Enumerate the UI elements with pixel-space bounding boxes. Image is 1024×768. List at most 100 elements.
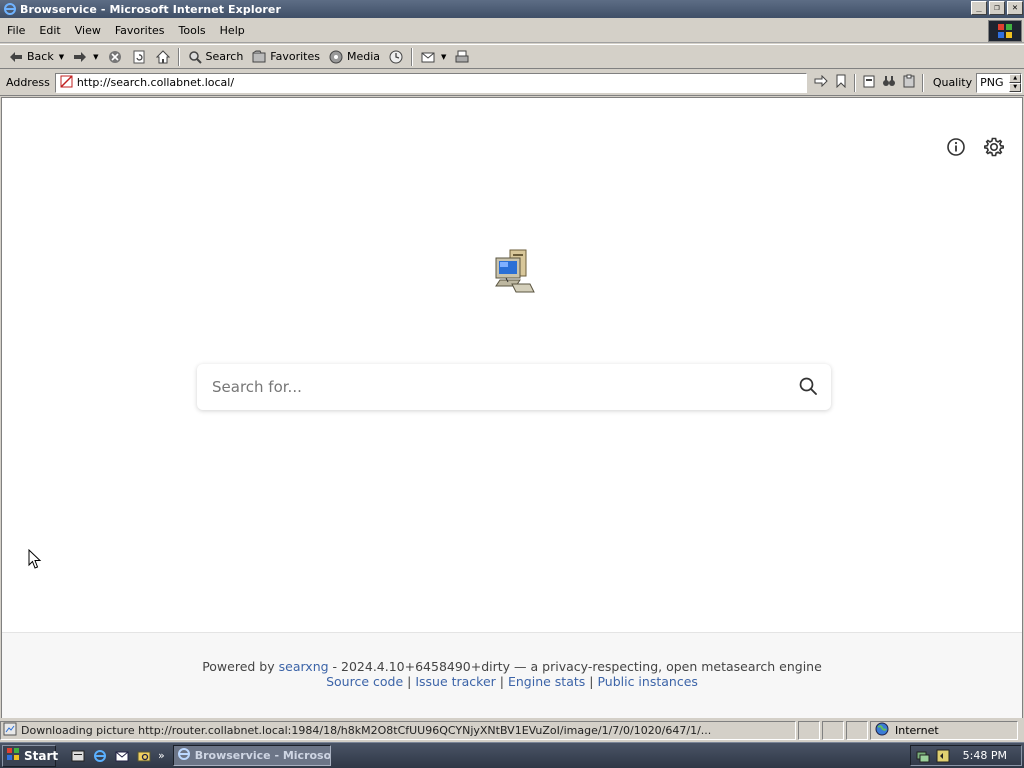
info-link[interactable] [945, 137, 967, 159]
media-button[interactable]: Media [324, 46, 384, 68]
status-text: Downloading picture http://router.collab… [21, 724, 712, 737]
quality-label: Quality [932, 76, 973, 89]
address-label: Address [6, 76, 50, 89]
forward-button[interactable]: ▼ [68, 46, 102, 68]
explorer-icon[interactable] [136, 748, 152, 764]
ie-icon[interactable] [92, 748, 108, 764]
quick-launch: » [70, 748, 165, 764]
print-button[interactable] [450, 46, 474, 68]
paste-button[interactable] [899, 73, 919, 93]
bookmark-button[interactable] [831, 73, 851, 93]
quality-spinner[interactable]: ▲ ▼ [1009, 73, 1022, 92]
quality-select[interactable]: PNG ▲ ▼ [976, 72, 1023, 93]
spin-up-icon[interactable]: ▲ [1009, 73, 1022, 83]
history-icon [388, 49, 404, 65]
menu-file[interactable]: File [0, 24, 32, 37]
address-url: http://search.collabnet.local/ [76, 76, 235, 89]
menu-help[interactable]: Help [213, 24, 252, 37]
address-bar: Address http://search.collabnet.local/ Q… [0, 70, 1024, 96]
address-separator [921, 73, 924, 92]
computer-logo-icon [490, 246, 538, 296]
footer-line-1: Powered by searxng - 2024.4.10+6458490+d… [2, 659, 1022, 674]
footer-separator: | [495, 674, 508, 689]
toolbar-separator [411, 47, 414, 66]
windows-logo-throbber [988, 20, 1022, 42]
mouse-cursor-icon [28, 548, 42, 570]
back-label: Back [27, 50, 54, 63]
clipboard-button[interactable] [859, 73, 879, 93]
menu-view[interactable]: View [68, 24, 108, 37]
engine-stats-link[interactable]: Engine stats [508, 674, 585, 689]
refresh-button[interactable] [127, 46, 151, 68]
searxng-link[interactable]: searxng [279, 659, 329, 674]
network-icon[interactable] [915, 748, 931, 764]
standard-toolbar: Back ▼ ▼ Search Favorites Media ▼ [0, 44, 1024, 69]
search-input[interactable] [197, 364, 785, 410]
volume-icon[interactable] [935, 748, 951, 764]
ie-icon [177, 747, 191, 764]
issue-tracker-link[interactable]: Issue tracker [415, 674, 496, 689]
security-zone: Internet [870, 721, 1018, 740]
favorites-icon [251, 49, 267, 65]
outlook-icon[interactable] [114, 748, 130, 764]
go-button[interactable] [811, 73, 831, 93]
start-label: Start [24, 748, 59, 763]
source-code-link[interactable]: Source code [326, 674, 403, 689]
chevron-down-icon[interactable]: ▼ [59, 53, 64, 61]
search-submit-button[interactable] [785, 364, 831, 410]
favorites-label: Favorites [270, 50, 320, 63]
find-button[interactable] [879, 73, 899, 93]
history-button[interactable] [384, 46, 408, 68]
show-desktop-icon[interactable] [70, 748, 86, 764]
version-text: - 2024.4.10+6458490+dirty — a privacy-re… [328, 659, 822, 674]
close-button[interactable]: ✕ [1007, 1, 1023, 15]
zone-label: Internet [895, 724, 939, 737]
restore-button[interactable]: ❐ [989, 1, 1005, 15]
search-button[interactable]: Search [183, 46, 248, 68]
public-instances-link[interactable]: Public instances [597, 674, 697, 689]
status-bar: Downloading picture http://router.collab… [0, 720, 1024, 741]
footer-separator: | [403, 674, 416, 689]
home-icon [155, 49, 171, 65]
quality-value: PNG [980, 76, 1004, 89]
binoculars-icon [882, 74, 896, 91]
chevron-down-icon[interactable]: ▼ [441, 53, 446, 61]
status-panel [798, 721, 820, 740]
refresh-icon [131, 49, 147, 65]
status-message: Downloading picture http://router.collab… [0, 721, 796, 740]
taskbar-browservice-button[interactable]: Browservice - Microso... [172, 745, 331, 766]
footer-line-2: Source code | Issue tracker | Engine sta… [2, 674, 1022, 689]
menu-tools[interactable]: Tools [172, 24, 213, 37]
windows-flag-icon [6, 747, 20, 764]
mail-icon [420, 49, 436, 65]
title-bar: Browservice - Microsoft Internet Explore… [0, 0, 1024, 18]
stop-button[interactable] [103, 46, 127, 68]
menu-edit[interactable]: Edit [32, 24, 67, 37]
chevron-down-icon[interactable]: ▼ [93, 53, 98, 61]
preferences-link[interactable] [983, 137, 1005, 159]
page-content: Powered by searxng - 2024.4.10+6458490+d… [1, 97, 1023, 718]
address-separator [853, 73, 856, 92]
spin-down-icon[interactable]: ▼ [1009, 82, 1022, 92]
paste-icon [903, 74, 915, 91]
globe-icon [875, 722, 889, 739]
search-label: Search [205, 50, 244, 63]
back-button[interactable]: Back ▼ [4, 46, 68, 68]
clipboard-icon [863, 74, 875, 91]
home-button[interactable] [151, 46, 175, 68]
print-icon [454, 49, 470, 65]
address-input[interactable]: http://search.collabnet.local/ [54, 72, 807, 93]
start-button[interactable]: Start [2, 744, 59, 767]
status-panel [822, 721, 844, 740]
forward-arrow-icon [72, 49, 88, 65]
page-icon [60, 74, 73, 91]
quick-launch-more[interactable]: » [158, 749, 165, 762]
favorites-button[interactable]: Favorites [247, 46, 324, 68]
taskbar: Start » Browservice - Microso... 5:48 PM [0, 742, 1024, 768]
mail-button[interactable]: ▼ [416, 46, 450, 68]
menu-favorites[interactable]: Favorites [108, 24, 172, 37]
status-panel [846, 721, 868, 740]
stop-icon [107, 49, 123, 65]
minimize-button[interactable]: _ [971, 1, 987, 15]
footer-separator: | [585, 674, 598, 689]
